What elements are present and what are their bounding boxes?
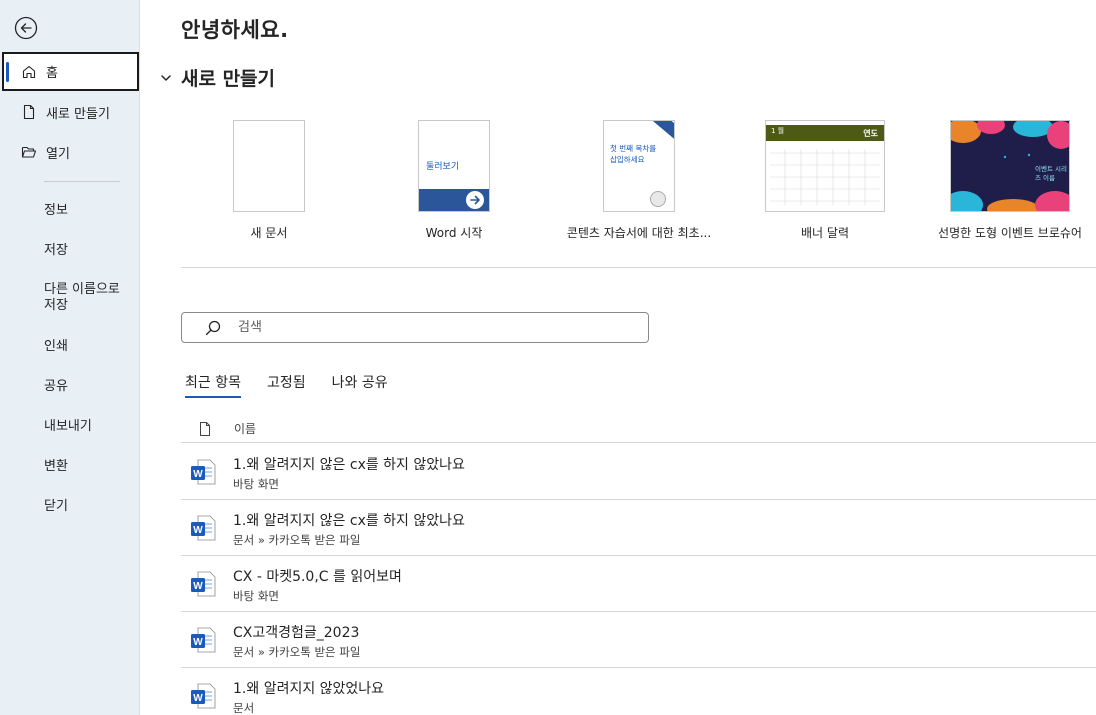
nav-open-label: 열기: [46, 146, 70, 162]
nav-share-label: 공유: [44, 378, 68, 394]
open-folder-icon: [20, 143, 38, 161]
file-list-tabs: 최근 항목 고정됨 나와 공유: [185, 372, 414, 398]
nav-new[interactable]: 새로 만들기: [0, 92, 140, 132]
template-blank-document[interactable]: 새 문서: [199, 120, 339, 240]
nav-save-label: 저장: [44, 242, 68, 258]
arrow-right-icon: [466, 191, 484, 209]
file-name: 1.왜 알려지지 않은 cx를 하지 않았나요: [233, 457, 465, 473]
nav-close-label: 닫기: [44, 498, 68, 514]
svg-text:W: W: [193, 525, 203, 536]
file-location: 문서: [233, 701, 255, 715]
tab-recent[interactable]: 최근 항목: [185, 372, 241, 398]
main-panel: 안녕하세요. 새로 만들기 새 문서 둘러보기 Word 시작 첫 번째 목차를…: [141, 0, 1096, 715]
template-thumbnail: [233, 120, 305, 212]
new-document-icon: [20, 103, 38, 121]
file-name: 1.왜 알려지지 않았었나요: [233, 681, 385, 697]
thumb-badge-icon: [650, 191, 666, 207]
file-list-row[interactable]: W CX - 마켓5.0,C 를 읽어보며바탕 화면: [181, 556, 1096, 612]
file-location: 바탕 화면: [233, 589, 279, 603]
svg-text:W: W: [193, 469, 203, 480]
word-file-icon: W: [190, 458, 216, 486]
template-thumbnail: 1 월 연도: [765, 120, 885, 212]
nav-export-label: 내보내기: [44, 418, 92, 434]
file-name: CX고객경험글_2023: [233, 625, 360, 641]
file-location: 문서 » 카카오톡 받은 파일: [233, 533, 361, 547]
template-banner-calendar[interactable]: 1 월 연도 배너 달력: [755, 120, 895, 240]
section-divider: [181, 267, 1096, 268]
template-word-start[interactable]: 둘러보기 Word 시작: [384, 120, 524, 240]
nav-transform[interactable]: 변환: [0, 444, 140, 484]
nav-close[interactable]: 닫기: [0, 484, 140, 524]
template-caption: 콘텐츠 자습서에 대한 최초...: [566, 226, 712, 240]
file-type-icon: [200, 421, 210, 436]
search-input[interactable]: [238, 320, 538, 335]
file-name: 1.왜 알려지지 않은 cx를 하지 않았나요: [233, 513, 465, 529]
new-section-header[interactable]: 새로 만들기: [159, 64, 275, 91]
calendar-grid: [770, 149, 880, 205]
file-list-header: 이름: [181, 415, 1096, 443]
template-caption: Word 시작: [425, 226, 483, 240]
template-caption: 배너 달력: [801, 226, 849, 240]
template-content-tutorial[interactable]: 첫 번째 목차를 삽입하세요 콘텐츠 자습서에 대한 최초...: [567, 120, 711, 240]
sidebar-divider: [44, 181, 120, 182]
file-location: 바탕 화면: [233, 477, 279, 491]
nav-print-label: 인쇄: [44, 338, 68, 354]
home-icon: [20, 63, 38, 81]
file-list-row[interactable]: W 1.왜 알려지지 않았었나요문서: [181, 668, 1096, 715]
template-vivid-shapes-brochure[interactable]: 이벤트 시리즈 이름 선명한 도형 이벤트 브로슈어: [938, 120, 1082, 240]
nav-info-label: 정보: [44, 202, 68, 218]
file-name: CX - 마켓5.0,C 를 읽어보며: [233, 569, 402, 585]
calendar-banner: 1 월 연도: [766, 125, 884, 141]
tab-shared-with-me[interactable]: 나와 공유: [332, 372, 388, 398]
nav-transform-label: 변환: [44, 458, 68, 474]
template-thumbnail: 둘러보기: [418, 120, 490, 212]
nav-save[interactable]: 저장: [0, 228, 140, 268]
tab-pinned[interactable]: 고정됨: [267, 372, 306, 398]
nav-new-label: 새로 만들기: [46, 106, 110, 122]
nav-print[interactable]: 인쇄: [0, 324, 140, 364]
nav-home-label: 홈: [46, 66, 58, 81]
svg-text:W: W: [193, 581, 203, 592]
svg-text:W: W: [193, 637, 203, 648]
backstage-sidebar: 홈 새로 만들기 열기 정보 저장 다른 이름으로 저장 인쇄 공유 내보내기 …: [0, 0, 140, 715]
file-location: 문서 » 카카오톡 받은 파일: [233, 645, 361, 659]
word-file-icon: W: [190, 626, 216, 654]
new-section-title: 새로 만들기: [181, 68, 276, 90]
word-file-icon: W: [190, 514, 216, 542]
word-file-icon: W: [190, 682, 216, 710]
nav-info[interactable]: 정보: [0, 188, 140, 228]
svg-text:W: W: [193, 693, 203, 704]
thumb-text: 둘러보기: [426, 162, 460, 172]
back-button[interactable]: [14, 16, 38, 40]
calendar-year: 연도: [863, 129, 878, 138]
template-thumbnail: 이벤트 시리즈 이름: [950, 120, 1070, 212]
thumb-ribbon: [650, 121, 674, 141]
file-list-row[interactable]: W CX고객경험글_2023 문서 » 카카오톡 받은 파일: [181, 612, 1096, 668]
calendar-month: 1 월: [771, 127, 785, 135]
nav-save-as-label: 다른 이름으로 저장: [44, 282, 120, 313]
thumb-text: 이벤트 시리즈 이름: [1035, 165, 1067, 182]
template-thumbnail: 첫 번째 목차를 삽입하세요: [603, 120, 675, 212]
nav-export[interactable]: 내보내기: [0, 404, 140, 444]
nav-open[interactable]: 열기: [0, 132, 140, 172]
thumb-text: 첫 번째 목차를 삽입하세요: [610, 144, 657, 164]
nav-home[interactable]: 홈: [2, 52, 139, 91]
template-caption: 선명한 도형 이벤트 브로슈어: [938, 226, 1082, 240]
greeting-title: 안녕하세요.: [181, 18, 289, 42]
word-file-icon: W: [190, 570, 216, 598]
back-arrow-icon: [14, 16, 38, 40]
template-caption: 새 문서: [250, 226, 288, 240]
file-list-row[interactable]: W 1.왜 알려지지 않은 cx를 하지 않았나요문서 » 카카오톡 받은 파일: [181, 500, 1096, 556]
column-name-header[interactable]: 이름: [234, 420, 256, 437]
search-icon: [205, 320, 221, 335]
nav-share[interactable]: 공유: [0, 364, 140, 404]
search-box[interactable]: [181, 312, 649, 343]
file-list-row[interactable]: W 1.왜 알려지지 않은 cx를 하지 않았나요바탕 화면: [181, 444, 1096, 500]
chevron-down-icon: [161, 74, 171, 81]
nav-save-as[interactable]: 다른 이름으로 저장: [0, 276, 130, 320]
